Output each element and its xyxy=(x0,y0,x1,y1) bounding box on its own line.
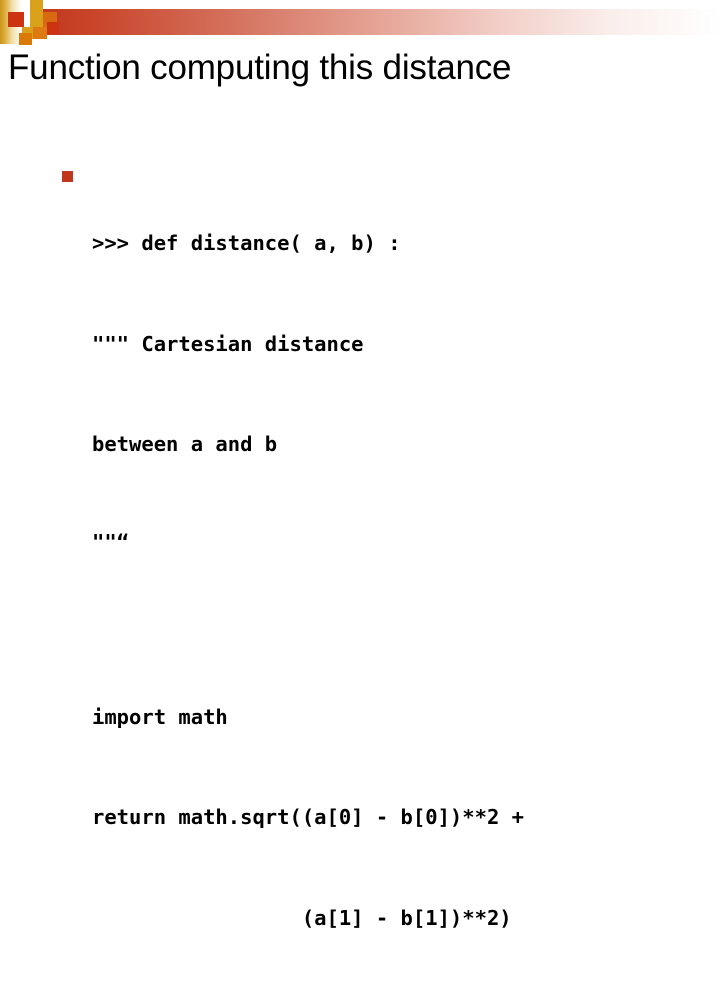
code-line-4: ""“ xyxy=(92,529,130,554)
square-orange-lower xyxy=(33,27,47,39)
slide: Function computing this distance >>> def… xyxy=(0,0,720,930)
code-line-3: between a and b xyxy=(92,432,278,456)
square-red-right xyxy=(47,22,59,34)
code-line-5: import math xyxy=(92,704,228,729)
code-block: >>> def distance( a, b) : """ Cartesian … xyxy=(92,160,720,1002)
square-bullet-icon xyxy=(62,171,73,182)
decor-gradient-banner xyxy=(38,9,720,35)
square-gold-mid xyxy=(30,12,43,27)
page-title: Function computing this distance xyxy=(8,48,512,87)
code-line-2: """ Cartesian distance xyxy=(92,331,364,356)
code-line-7: (a[1] - b[1])**2) xyxy=(92,905,512,930)
square-gold-top xyxy=(30,0,43,12)
square-red-left xyxy=(8,12,24,27)
bullet-list-item: >>> def distance( a, b) : """ Cartesian … xyxy=(0,160,720,1002)
slide-body: >>> def distance( a, b) : """ Cartesian … xyxy=(0,160,720,1002)
code-line-1: >>> def distance( a, b) : xyxy=(92,231,401,255)
slide-header-decoration xyxy=(0,0,720,45)
code-line-6: return math.sqrt((a[0] - b[0])**2 + xyxy=(92,805,524,829)
